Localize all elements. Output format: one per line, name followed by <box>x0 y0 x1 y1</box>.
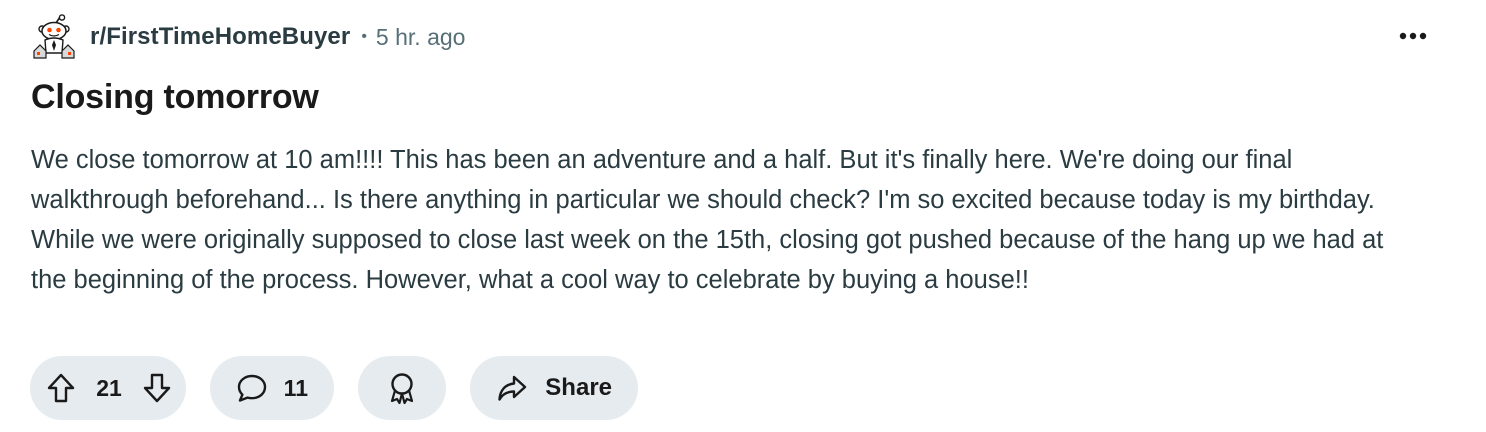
award-icon <box>390 373 414 405</box>
share-label: Share <box>545 374 612 401</box>
comment-bubble-icon <box>237 374 267 402</box>
more-horizontal-icon <box>1399 32 1427 40</box>
comment-count: 11 <box>283 374 308 401</box>
subreddit-avatar-icon[interactable] <box>30 13 78 61</box>
share-arrow-icon <box>498 375 527 401</box>
vote-control: 21 <box>30 356 186 420</box>
post-body: We close tomorrow at 10 am!!!! This has … <box>31 146 1384 294</box>
downvote-button[interactable] <box>142 372 172 404</box>
post-timestamp: 5 hr. ago <box>375 23 466 50</box>
more-options-button[interactable] <box>1392 18 1434 54</box>
comments-button[interactable]: 11 <box>210 356 334 420</box>
subreddit-link[interactable]: r/FirstTimeHomeBuyer <box>90 23 350 51</box>
arrow-down-icon <box>143 373 171 403</box>
vote-count: 21 <box>96 374 122 401</box>
action-bar: 21 11 Share <box>30 356 662 420</box>
post-card: r/FirstTimeHomeBuyer • 5 hr. ago Closing… <box>0 0 1486 432</box>
post-title[interactable]: Closing tomorrow <box>31 78 319 117</box>
share-button[interactable]: Share <box>470 356 638 420</box>
upvote-button[interactable] <box>46 372 76 404</box>
post-meta: r/FirstTimeHomeBuyer • 5 hr. ago <box>30 14 465 60</box>
meta-separator: • <box>361 28 367 45</box>
arrow-up-icon <box>47 373 75 403</box>
award-button[interactable] <box>358 356 446 420</box>
